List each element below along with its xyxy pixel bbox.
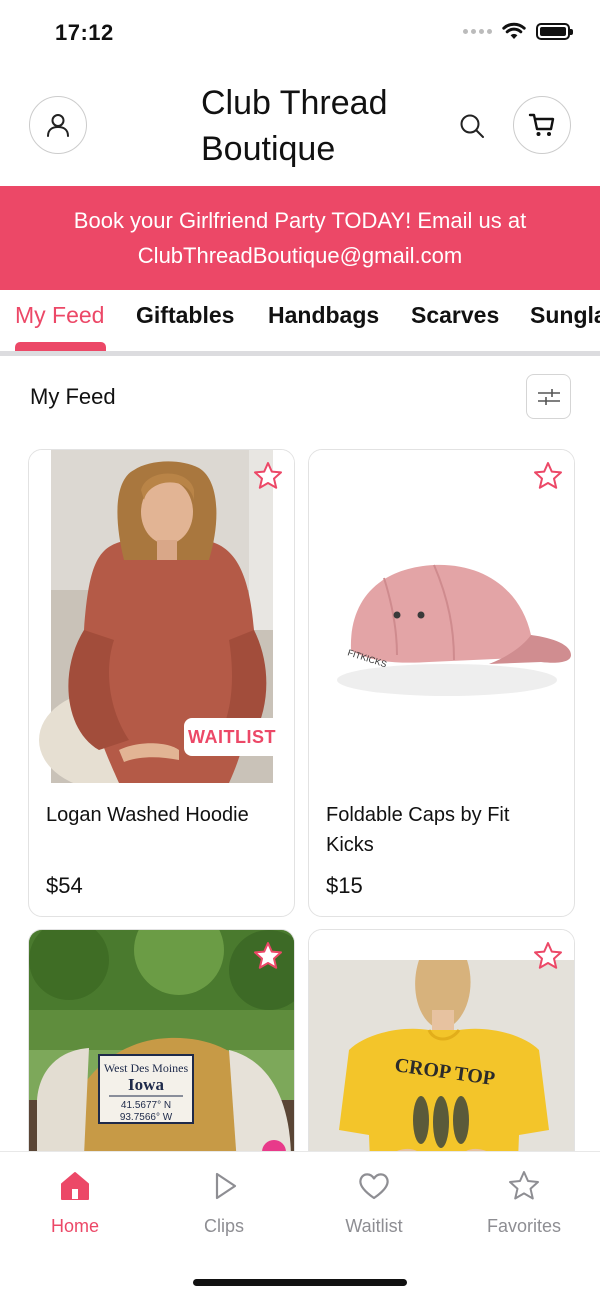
promo-banner-text: Book your Girlfriend Party TODAY! Email … <box>73 208 527 268</box>
app-header: Club Thread Boutique <box>0 66 600 186</box>
nav-item-waitlist[interactable]: Waitlist <box>314 1168 434 1237</box>
cart-icon <box>528 113 555 136</box>
waitlist-badge: WAITLIST <box>184 718 280 756</box>
nav-label-home: Home <box>50 1216 99 1236</box>
product-image[interactable]: FITKICKS <box>309 450 574 783</box>
user-icon <box>47 114 69 137</box>
favorite-button[interactable] <box>530 458 566 494</box>
category-tabs: My Feed Giftables Handbags Scarves Sungl… <box>0 290 600 356</box>
battery-icon <box>536 22 573 40</box>
active-tab-indicator <box>15 342 106 351</box>
tab-scarves[interactable]: Scarves <box>411 302 499 329</box>
product-name[interactable]: Foldable Caps by Fit Kicks <box>326 800 556 860</box>
star-icon <box>509 1171 539 1200</box>
tab-my-feed[interactable]: My Feed <box>15 302 104 329</box>
home-icon <box>61 1172 89 1200</box>
patch-text-latitude: 41.5677° N <box>121 1100 171 1111</box>
star-outline-icon <box>534 942 562 969</box>
favorite-button[interactable] <box>250 458 286 494</box>
nav-label-clips: Clips <box>203 1216 244 1236</box>
tab-sunglasses[interactable]: Sunglasses <box>530 302 600 329</box>
product-card[interactable]: WAITLIST Logan Washed Hoodie $54 <box>28 449 295 917</box>
nav-label-waitlist: Waitlist <box>345 1216 403 1236</box>
cellular-signal-icon <box>463 28 492 34</box>
play-icon <box>215 1172 237 1200</box>
search-icon <box>460 114 484 138</box>
patch-text-state: Iowa <box>128 1075 164 1094</box>
heart-icon <box>359 1173 389 1200</box>
nav-item-favorites[interactable]: Favorites <box>464 1168 584 1237</box>
product-price: $54 <box>46 873 83 898</box>
product-price: $15 <box>326 873 363 898</box>
cart-button[interactable] <box>513 96 571 154</box>
star-outline-icon <box>254 942 282 969</box>
store-title: Club Thread Boutique <box>201 84 388 168</box>
product-card[interactable]: FITKICKS Foldable Caps by Fit Kicks $15 <box>308 449 575 917</box>
nav-item-home[interactable]: Home <box>15 1168 135 1237</box>
home-indicator <box>193 1279 407 1286</box>
status-time: 17:12 <box>55 20 114 45</box>
star-outline-icon <box>254 462 282 489</box>
bottom-nav: Home Clips Waitlist Favorites <box>0 1151 600 1299</box>
status-bar: 17:12 <box>0 0 600 66</box>
product-name[interactable]: Logan Washed Hoodie <box>46 800 276 830</box>
sliders-icon <box>537 388 560 405</box>
status-icons <box>463 22 573 40</box>
section-title: My Feed <box>30 384 116 409</box>
wifi-icon <box>502 22 526 39</box>
patch-text-longitude: 93.7566° W <box>120 1112 173 1123</box>
favorite-button[interactable] <box>530 938 566 974</box>
favorite-button[interactable] <box>250 938 286 974</box>
filter-button[interactable] <box>526 374 571 419</box>
promo-banner[interactable]: Book your Girlfriend Party TODAY! Email … <box>0 186 600 290</box>
profile-button[interactable] <box>29 96 87 154</box>
nav-label-favorites: Favorites <box>486 1216 562 1236</box>
patch-text-city: West Des Moines <box>104 1061 189 1075</box>
tab-handbags[interactable]: Handbags <box>268 302 379 329</box>
tab-giftables[interactable]: Giftables <box>136 302 234 329</box>
nav-item-clips[interactable]: Clips <box>164 1168 284 1237</box>
search-button[interactable] <box>452 106 492 146</box>
star-outline-icon <box>534 462 562 489</box>
